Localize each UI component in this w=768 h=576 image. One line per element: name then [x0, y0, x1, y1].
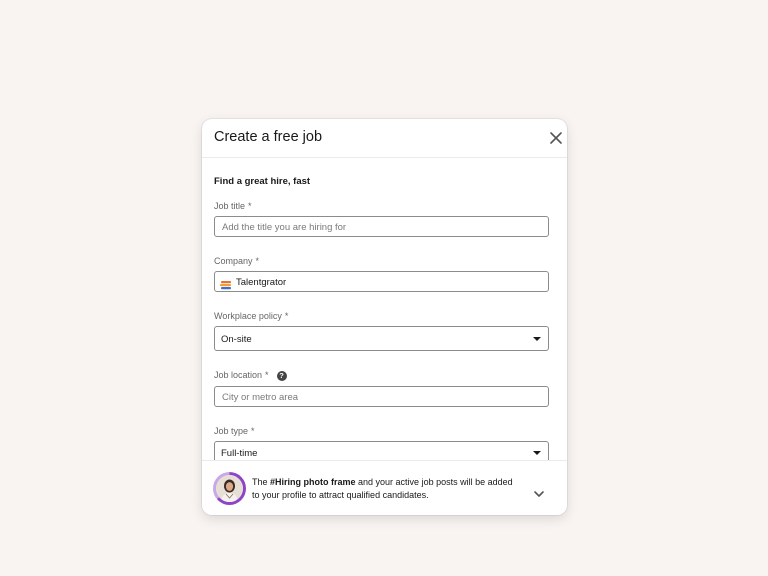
hiring-frame-link-text: #Hiring photo frame	[270, 477, 356, 487]
help-icon[interactable]: ?	[276, 371, 287, 381]
job-title-input[interactable]	[215, 218, 542, 237]
required-marker: *	[265, 370, 269, 380]
company-value: Talentgrator	[236, 277, 287, 288]
job-title-field[interactable]	[214, 216, 549, 237]
job-location-label: Job location *?	[214, 370, 287, 381]
talentgrator-logo-icon	[220, 277, 232, 290]
chevron-down-icon[interactable]	[533, 485, 545, 497]
job-type-value: Full-time	[221, 448, 258, 459]
close-icon[interactable]	[549, 131, 563, 145]
dialog-body: Find a great hire, fast Job title* Compa…	[202, 158, 567, 460]
job-title-label: Job title *	[214, 201, 252, 211]
avatar-photo	[216, 475, 243, 502]
company-label: Company *	[214, 256, 260, 266]
required-marker: *	[251, 426, 255, 436]
workplace-policy-select[interactable]: On-site	[214, 326, 549, 351]
workplace-policy-label: Workplace policy *	[214, 311, 289, 321]
required-marker: *	[248, 201, 252, 211]
job-location-input[interactable]	[215, 388, 542, 407]
caret-down-icon	[533, 337, 541, 341]
hiring-frame-notice: The #Hiring photo frame and your active …	[202, 460, 567, 515]
dialog-header: Create a free job	[202, 119, 567, 158]
section-heading: Find a great hire, fast	[214, 176, 311, 187]
job-type-label: Job type *	[214, 426, 255, 436]
create-job-dialog: Create a free job Find a great hire, fas…	[202, 119, 567, 515]
job-location-field[interactable]	[214, 386, 549, 407]
dialog-title: Create a free job	[214, 129, 323, 145]
hiring-frame-text: The #Hiring photo frame and your active …	[252, 477, 513, 500]
company-field[interactable]: Talentgrator	[214, 271, 549, 292]
caret-down-icon	[533, 451, 541, 455]
required-marker: *	[284, 311, 289, 321]
avatar	[213, 472, 246, 505]
workplace-policy-value: On-site	[221, 334, 252, 345]
job-type-select[interactable]: Full-time	[214, 441, 549, 460]
required-marker: *	[255, 256, 260, 266]
